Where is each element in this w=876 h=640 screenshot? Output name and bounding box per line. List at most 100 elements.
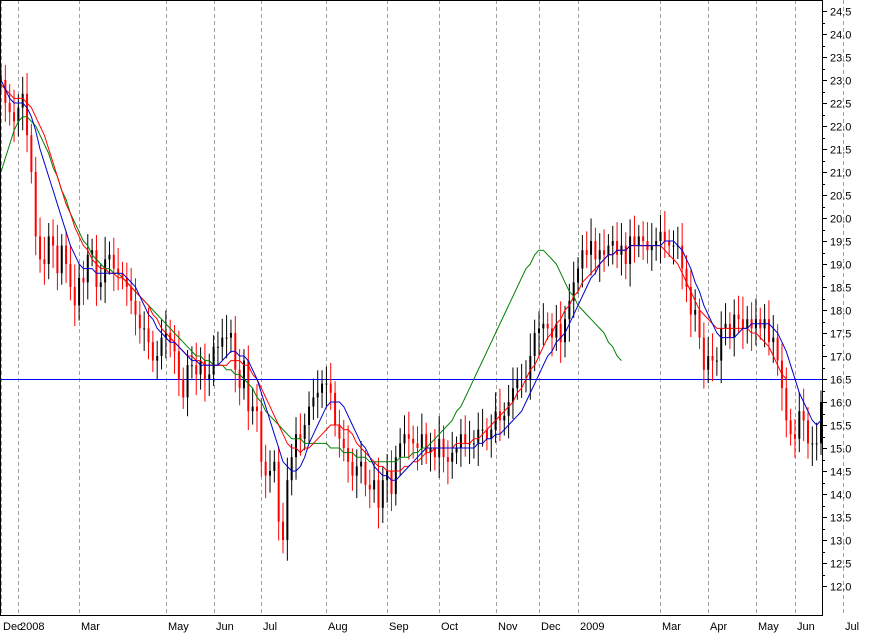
candle-body [503, 416, 505, 421]
candle-down [65, 230, 67, 282]
candle-body [104, 259, 106, 282]
y-tick-label: 18.0 [830, 306, 851, 318]
candle-body [716, 361, 718, 362]
candle-down [586, 231, 588, 268]
candle-body [807, 420, 809, 443]
candle-up [612, 226, 614, 265]
candle-body [586, 250, 588, 255]
candle-body [278, 462, 280, 522]
x-tick-label: Jul [263, 621, 277, 633]
candle-down [299, 414, 301, 456]
x-tick-label: May [758, 621, 779, 633]
candle-body [295, 434, 297, 457]
candle-down [443, 425, 445, 472]
candle-body [460, 434, 462, 448]
candle-body [612, 241, 614, 246]
vertical-gridlines [2, 0, 876, 615]
candle-body [403, 434, 405, 443]
y-tick-label: 20.5 [830, 191, 851, 203]
candle-body [117, 269, 119, 274]
candle-body [521, 379, 523, 380]
candle-body [343, 439, 345, 448]
candle-down [351, 448, 353, 490]
candle-up [590, 218, 592, 275]
ma-mid-line [1, 85, 786, 471]
candle-up [512, 368, 514, 420]
y-tick-label: 12.0 [830, 582, 851, 594]
candle-up [521, 364, 523, 398]
candle-up [525, 360, 527, 392]
candle-down [751, 302, 753, 351]
candle-up [221, 319, 223, 360]
candle-up [473, 430, 475, 459]
candle-body [108, 255, 110, 260]
candle-body [247, 361, 249, 412]
candle-down [9, 84, 11, 125]
candle-body [130, 287, 132, 301]
candle-body [395, 457, 397, 494]
candle-body [351, 462, 353, 476]
candle-down [781, 344, 783, 411]
candle-down [646, 222, 648, 263]
candle-body [581, 250, 583, 268]
candle-down [738, 296, 740, 333]
candle-body [538, 328, 540, 333]
candle-body [282, 522, 284, 540]
candle-up [78, 264, 80, 320]
candle-body [191, 365, 193, 366]
candle-body [217, 347, 219, 348]
candle-body [312, 397, 314, 406]
candle-body [725, 324, 727, 329]
candle-body [699, 310, 701, 338]
candle-body [816, 443, 818, 444]
candle-body [672, 246, 674, 247]
y-tick-label: 15.0 [830, 444, 851, 456]
candle-down [334, 381, 336, 436]
candle-body [590, 241, 592, 255]
candle-up [725, 303, 727, 345]
candle-down [35, 157, 37, 255]
candle-body [768, 319, 770, 342]
candle-body [373, 480, 375, 489]
candle-down [347, 425, 349, 482]
candle-up [87, 234, 89, 299]
candle-body [256, 407, 258, 412]
candle-down [633, 216, 635, 263]
candle-down [278, 447, 280, 541]
candle-body [412, 439, 414, 444]
candle-body [39, 236, 41, 259]
candle-body [482, 430, 484, 431]
candle-body [633, 236, 635, 245]
candle-up [156, 341, 158, 380]
candle-up [61, 234, 63, 285]
x-tick-label: Mar [81, 621, 100, 633]
candle-body [616, 241, 618, 255]
candle-up [746, 306, 748, 344]
candle-down [178, 331, 180, 396]
candle-body [273, 462, 275, 471]
candle-body [794, 434, 796, 439]
candle-body [603, 250, 605, 255]
candle-down [803, 389, 805, 441]
candle-body [356, 466, 358, 475]
candle-body [594, 241, 596, 259]
candle-body [269, 471, 271, 476]
candle-up [620, 223, 622, 275]
candle-body [226, 338, 228, 339]
candle-body [720, 328, 722, 360]
candle-body [447, 457, 449, 462]
candle-body [61, 246, 63, 274]
x-tick-label: May [168, 621, 189, 633]
candle-body [260, 411, 262, 462]
candle-up [482, 409, 484, 447]
candle-up [399, 428, 401, 476]
candle-up [208, 354, 210, 396]
candle-body [516, 379, 518, 388]
candle-body [399, 443, 401, 457]
candle-body [82, 278, 84, 283]
y-tick-label: 13.0 [830, 536, 851, 548]
candle-body [304, 425, 306, 439]
candle-up [490, 414, 492, 457]
candle-up [403, 415, 405, 456]
x-tick-label: Apr [710, 621, 727, 633]
